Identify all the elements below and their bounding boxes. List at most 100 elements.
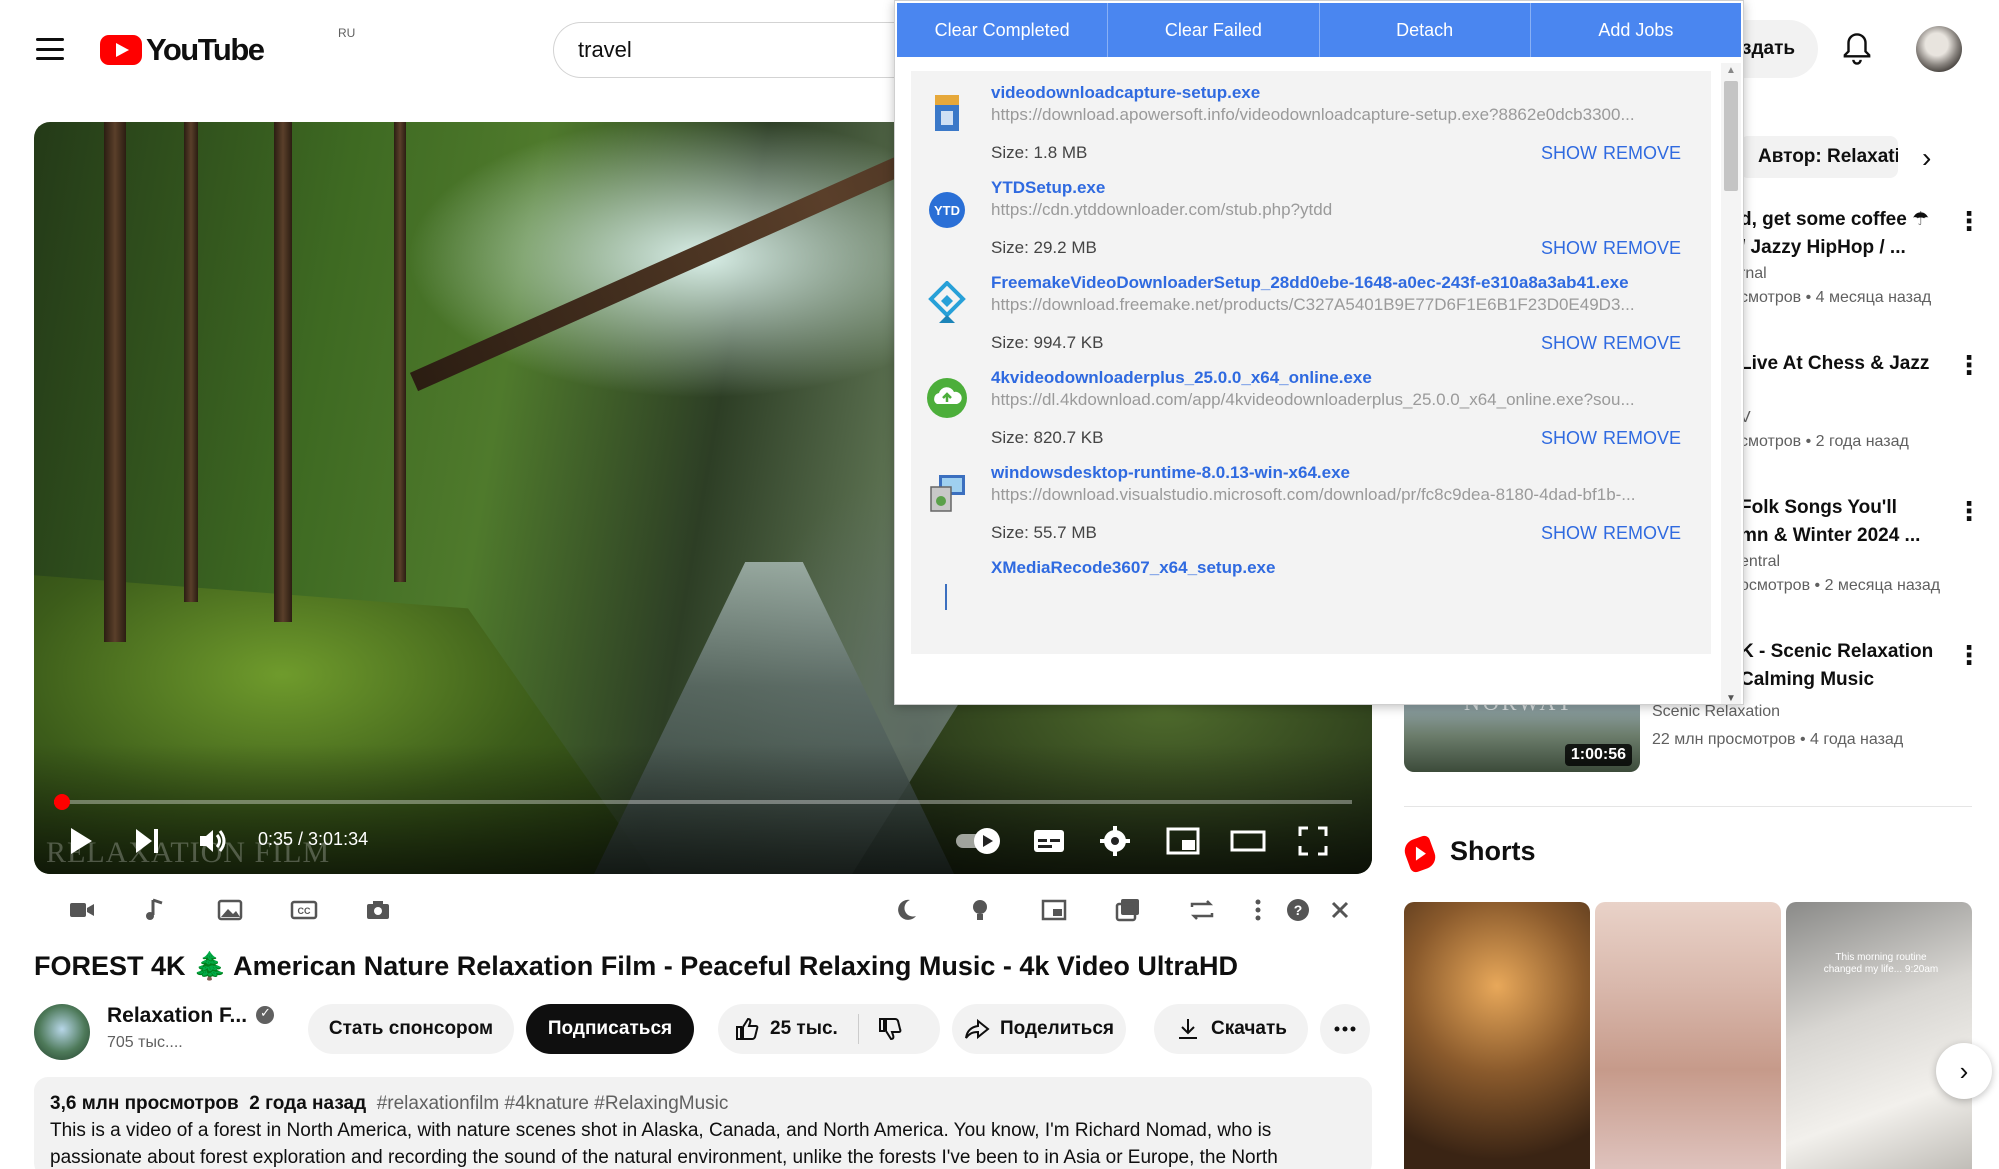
close-icon[interactable] [1326, 896, 1354, 924]
download-filename[interactable]: 4kvideodownloaderplus_25.0.0_x64_online.… [991, 368, 1372, 388]
recommendation-item[interactable]: Folk Songs You'll mn & Winter 2024 ... e… [1740, 494, 1980, 598]
rec-title-line1: d, get some coffee ☂ [1740, 209, 1930, 230]
more-vertical-icon[interactable] [1244, 896, 1272, 924]
copy-stack-icon[interactable] [1114, 896, 1142, 924]
account-avatar[interactable] [1916, 26, 1962, 72]
bell-icon[interactable] [1842, 32, 1872, 66]
autoplay-toggle[interactable] [954, 826, 1004, 856]
theater-mode-icon[interactable] [1230, 826, 1266, 856]
menu-icon[interactable] [36, 38, 64, 60]
download-filename[interactable]: videodownloadcapture-setup.exe [991, 83, 1260, 103]
video-camera-icon[interactable] [68, 896, 96, 924]
thumbs-down-icon[interactable] [877, 1016, 903, 1042]
rec-channel: entral [1740, 553, 1781, 570]
download-filename[interactable]: YTDSetup.exe [991, 178, 1105, 198]
camera-icon[interactable] [364, 896, 392, 924]
file-icon [945, 584, 947, 610]
download-list: videodownloadcapture-setup.exe https://d… [911, 71, 1711, 704]
share-button[interactable]: Поделиться [952, 1004, 1126, 1054]
description-tags[interactable]: #relaxationfilm #4knature #RelaxingMusic [377, 1093, 729, 1114]
miniplayer-icon[interactable] [1166, 826, 1200, 856]
download-filename[interactable]: FreemakeVideoDownloaderSetup_28dd0ebe-16… [991, 273, 1629, 293]
rec-channel: rnal [1740, 265, 1767, 282]
show-button[interactable]: SHOW [1541, 428, 1597, 449]
scroll-up-arrow-icon[interactable]: ▲ [1726, 65, 1736, 76]
description-box[interactable]: 3,6 млн просмотров 2 года назад #relaxat… [34, 1077, 1372, 1169]
remove-button[interactable]: REMOVE [1603, 143, 1681, 164]
youtube-play-icon [100, 35, 142, 65]
show-button[interactable]: SHOW [1541, 333, 1597, 354]
remove-button[interactable]: REMOVE [1603, 333, 1681, 354]
freemake-logo-icon [928, 281, 966, 323]
recommendation-item[interactable]: Live At Chess & Jazz V смотров • 2 года … [1740, 350, 1980, 454]
clear-completed-button[interactable]: Clear Completed [897, 3, 1109, 57]
tree-trunk [394, 122, 406, 582]
remove-button[interactable]: REMOVE [1603, 428, 1681, 449]
download-list-scrollbar[interactable]: ▲ ▼ [1721, 63, 1741, 704]
download-filename[interactable]: XMediaRecode3607_x64_setup.exe [991, 558, 1275, 578]
show-button[interactable]: SHOW [1541, 238, 1597, 259]
rec-meta-block: Scenic Relaxation 22 млн просмотров • 4 … [1652, 698, 1903, 754]
download-size: Size: 29.2 MB [991, 238, 1097, 257]
more-vertical-icon[interactable]: ⋮ [1956, 498, 1982, 524]
remove-button[interactable]: REMOVE [1603, 238, 1681, 259]
dark-mode-moon-icon[interactable] [892, 896, 920, 924]
lightbulb-icon[interactable] [966, 896, 994, 924]
more-vertical-icon[interactable]: ⋮ [1956, 352, 1982, 378]
like-count[interactable]: 25 тыс. [770, 1018, 838, 1040]
add-jobs-button[interactable]: Add Jobs [1531, 3, 1741, 57]
subtitles-icon[interactable] [1032, 826, 1066, 856]
download-label: Скачать [1211, 1018, 1287, 1039]
ytd-logo-icon: YTD [929, 192, 965, 228]
download-item: XMediaRecode3607_x64_setup.exe [911, 546, 1711, 654]
download-button[interactable]: Скачать [1154, 1004, 1308, 1054]
scroll-down-arrow-icon[interactable]: ▼ [1726, 693, 1736, 704]
detach-button[interactable]: Detach [1320, 3, 1531, 57]
download-filename[interactable]: windowsdesktop-runtime-8.0.13-win-x64.ex… [991, 463, 1350, 483]
picture-in-picture-icon[interactable] [1040, 896, 1068, 924]
help-icon[interactable]: ? [1284, 896, 1312, 924]
short-thumbnail[interactable]: This morning routine changed my life... … [1786, 902, 1972, 1169]
shorts-heading: Shorts [1450, 836, 1536, 866]
loop-repeat-icon[interactable] [1188, 896, 1216, 924]
settings-gear-icon[interactable] [1100, 826, 1130, 856]
remove-button[interactable]: REMOVE [1603, 523, 1681, 544]
description-text: This is a video of a forest in North Ame… [50, 1120, 1278, 1168]
more-actions-button[interactable] [1320, 1004, 1370, 1054]
recommendation-item[interactable]: d, get some coffee ☂ / Jazzy HipHop / ..… [1740, 206, 1980, 310]
thumbs-up-icon[interactable] [734, 1016, 760, 1042]
progress-scrubber[interactable] [53, 794, 70, 810]
play-icon[interactable] [68, 826, 94, 856]
image-gallery-icon[interactable] [216, 896, 244, 924]
share-label: Поделиться [999, 1018, 1115, 1039]
fullscreen-icon[interactable] [1298, 826, 1328, 856]
sponsor-button[interactable]: Стать спонсором [308, 1004, 514, 1054]
shorts-next-button[interactable]: › [1936, 1043, 1992, 1099]
show-button[interactable]: SHOW [1541, 523, 1597, 544]
show-button[interactable]: SHOW [1541, 143, 1597, 164]
more-vertical-icon[interactable]: ⋮ [1956, 642, 1982, 668]
subscribe-button[interactable]: Подписаться [526, 1004, 694, 1054]
scrollbar-thumb[interactable] [1724, 81, 1738, 191]
channel-avatar[interactable] [34, 1004, 90, 1060]
short-thumbnail[interactable] [1595, 902, 1781, 1169]
chevron-right-icon: › [1959, 1055, 1969, 1086]
progress-bar[interactable] [53, 794, 1352, 810]
extension-toolbar: CC ? [34, 890, 1372, 930]
closed-captions-icon[interactable]: CC [290, 896, 318, 924]
clear-failed-button[interactable]: Clear Failed [1108, 3, 1320, 57]
recommendation-item[interactable]: K - Scenic Relaxation Calming Music [1740, 638, 1980, 694]
rec-title-line2: Calming Music [1740, 669, 1875, 690]
youtube-logo[interactable]: YouTube RU [100, 26, 355, 70]
volume-icon[interactable] [198, 826, 228, 856]
filter-chip-author[interactable]: Автор: Relaxati [1740, 136, 1898, 178]
next-icon[interactable] [134, 826, 160, 856]
channel-name[interactable]: Relaxation F... [107, 1004, 247, 1028]
time-display: 0:35 / 3:01:34 [258, 829, 369, 849]
download-url: https://download.apowersoft.info/videodo… [991, 105, 1635, 124]
music-note-icon[interactable] [142, 896, 170, 924]
short-thumbnail[interactable] [1404, 902, 1590, 1169]
chevron-right-icon[interactable]: › [1922, 142, 1931, 174]
installer-box-icon [935, 95, 959, 131]
more-vertical-icon[interactable]: ⋮ [1956, 208, 1982, 234]
